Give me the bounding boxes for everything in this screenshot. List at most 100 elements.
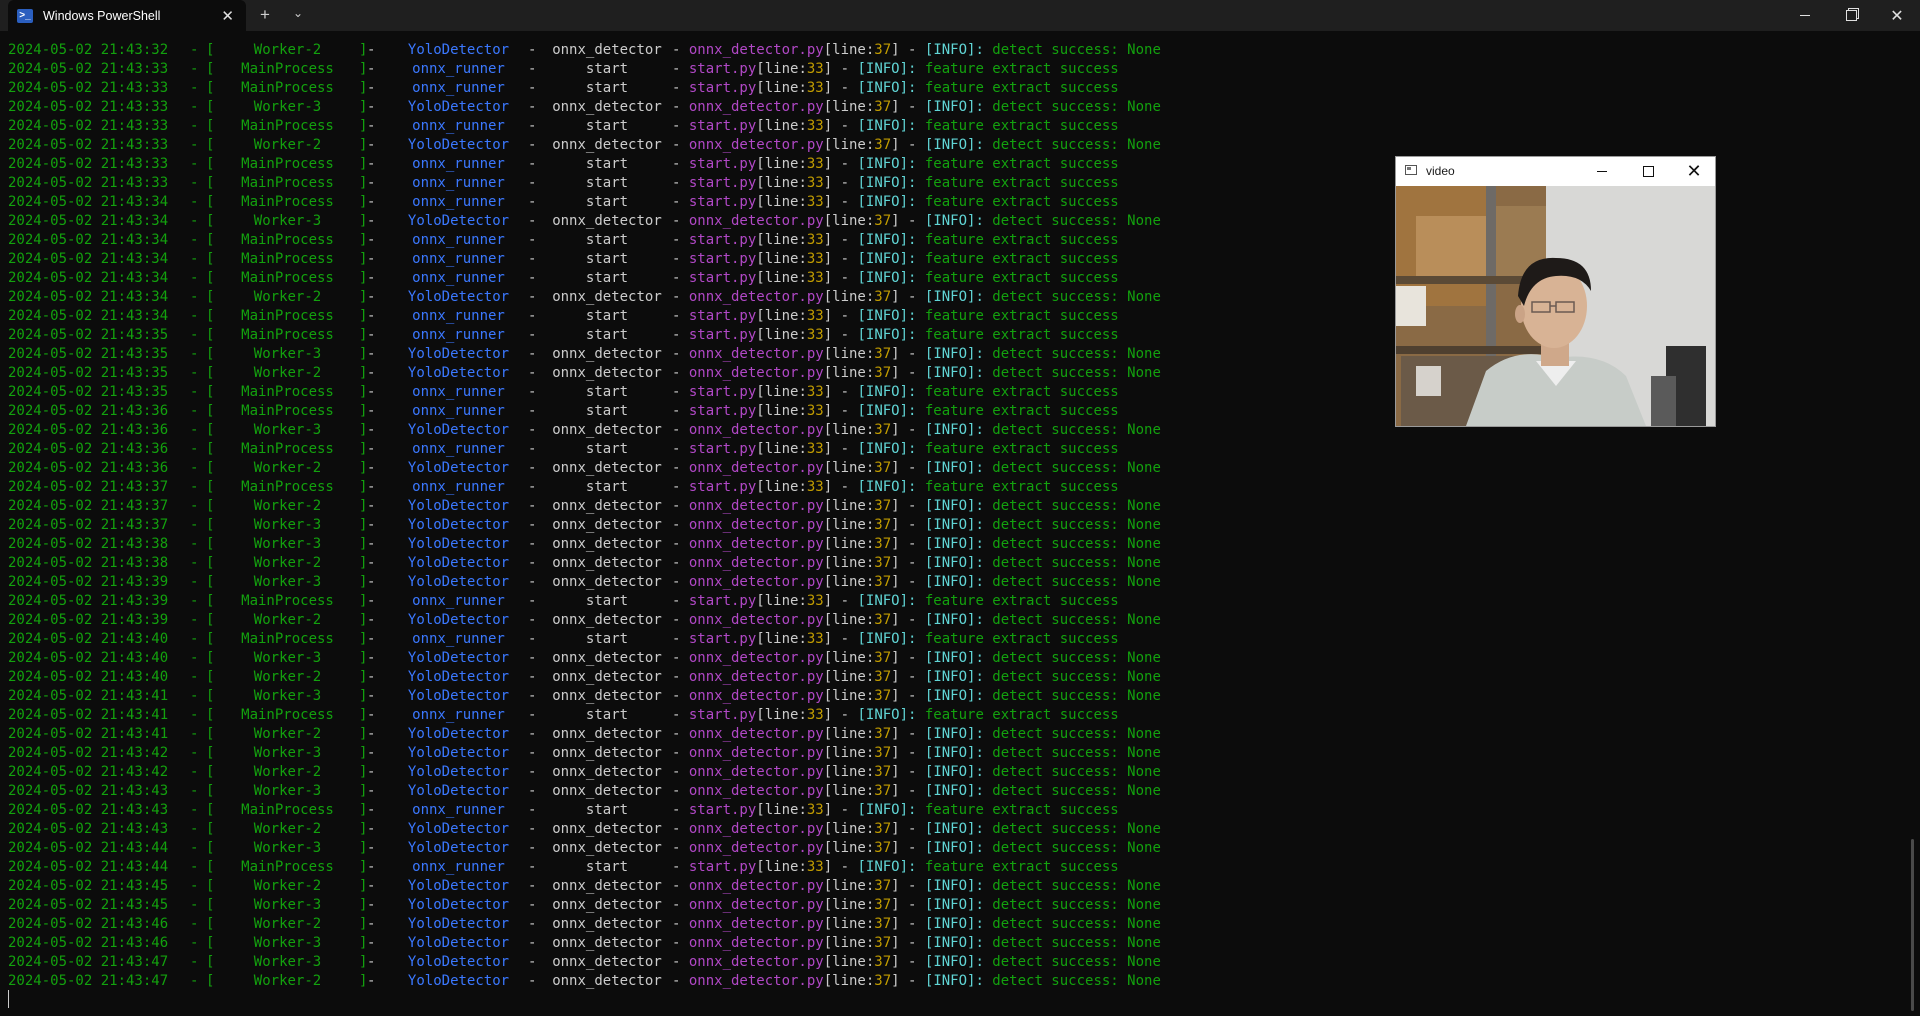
log-message: detect success: None [992,688,1161,704]
log-logger: onnx_runner [412,270,505,286]
log-separator: - [832,270,858,286]
log-separator: - [528,289,537,305]
log-level: [INFO]: [924,460,984,476]
log-file: start.py [688,479,757,495]
video-window-title-bar[interactable]: video ✕ [1396,157,1715,186]
log-process: Worker-3 [253,745,322,761]
log-bracket: [ [206,764,215,780]
video-maximize-button[interactable] [1625,157,1671,186]
log-line-label: [line: [823,726,875,742]
log-line-number: 37 [874,764,892,780]
tab-dropdown-icon[interactable]: ⌄ [293,6,303,20]
log-separator: - [367,137,376,153]
log-logger: YoloDetector [407,897,510,913]
log-separator: - [528,745,537,761]
log-timestamp: 2024-05-02 21:43:41 [8,726,169,742]
log-line-number: 33 [806,270,824,286]
log-line-label: [line: [756,441,807,457]
log-timestamp: 2024-05-02 21:43:38 [8,536,169,552]
log-file: onnx_detector.py [688,213,824,229]
tab-windows-powershell[interactable]: >_ Windows PowerShell ✕ [8,0,246,31]
log-separator: - [832,479,858,495]
log-bracket: [ [206,669,215,685]
log-process: Worker-3 [253,213,322,229]
log-module: onnx_detector [552,137,662,153]
log-separator: - [528,270,537,286]
log-process: MainProcess [241,308,334,324]
log-line-number: 33 [806,384,824,400]
log-line-number: 37 [874,688,892,704]
log-file: onnx_detector.py [688,897,824,913]
close-button[interactable]: ✕ [1874,0,1920,31]
log-line-number: 37 [874,422,892,438]
log-location: - onnx_detector.py[line:37] - [INFO]: det… [672,99,1161,115]
log-separator: - [528,536,537,552]
video-window[interactable]: video ✕ [1395,156,1716,427]
log-logger: YoloDetector [407,840,510,856]
minimize-button[interactable] [1782,0,1828,31]
tab-close-icon[interactable]: ✕ [221,7,234,25]
log-separator: - [367,821,376,837]
log-line-label: [line: [823,498,875,514]
video-close-button[interactable]: ✕ [1671,157,1717,186]
log-bracket: [ [206,61,215,77]
log-module: onnx_detector [552,878,662,894]
log-separator: - [528,460,537,476]
log-separator: - [899,612,925,628]
log-process: MainProcess [241,384,334,400]
log-separator: - [528,631,537,647]
log-module: start [585,232,629,248]
log-line-label: [line: [823,422,875,438]
log-separator: - [367,688,376,704]
log-file: onnx_detector.py [688,498,824,514]
log-process: MainProcess [241,61,334,77]
log-separator: - [190,669,199,685]
log-level: [INFO]: [924,897,984,913]
log-line-number: 33 [806,479,824,495]
log-module: onnx_detector [552,764,662,780]
log-file: start.py [688,593,757,609]
log-separator: - [528,384,537,400]
log-module: onnx_detector [552,42,662,58]
log-timestamp: 2024-05-02 21:43:42 [8,764,169,780]
log-module: start [585,859,629,875]
log-module: start [585,270,629,286]
log-bracket: [ [206,593,215,609]
log-bracket: [ [206,802,215,818]
log-separator: - [190,118,199,134]
scrollbar-thumb[interactable] [1911,839,1914,1011]
log-level: [INFO]: [924,517,984,533]
log-line-number: 33 [806,175,824,191]
text-cursor [8,990,9,1008]
log-logger: onnx_runner [412,384,505,400]
log-separator: - [899,346,925,362]
log-module: start [585,327,629,343]
log-file: onnx_detector.py [688,137,824,153]
new-tab-button[interactable]: + [260,5,270,25]
log-line-label: [line: [823,783,875,799]
log-separator: - [367,308,376,324]
log-line-label: [line: [823,289,875,305]
log-location: - start.py[line:33] - [INFO]: feature ext… [672,175,1119,191]
log-separator: - [367,935,376,951]
log-timestamp: 2024-05-02 21:43:43 [8,821,169,837]
log-timestamp: 2024-05-02 21:43:40 [8,669,169,685]
log-line-label: [line: [823,821,875,837]
log-separator: - [528,555,537,571]
log-module: onnx_detector [552,365,662,381]
video-minimize-button[interactable] [1579,157,1625,186]
log-logger: onnx_runner [412,232,505,248]
log-message: detect success: None [992,783,1161,799]
maximize-button[interactable] [1828,0,1874,31]
log-process: Worker-2 [253,878,322,894]
log-bracket: [ [206,726,215,742]
log-bracket: [ [206,650,215,666]
log-timestamp: 2024-05-02 21:43:37 [8,498,169,514]
log-separator: - [528,99,537,115]
log-timestamp: 2024-05-02 21:43:33 [8,80,169,96]
log-separator: - [190,802,199,818]
log-process: Worker-2 [253,916,322,932]
log-line-label: [line: [823,42,875,58]
log-separator: - [367,517,376,533]
log-separator: - [190,878,199,894]
